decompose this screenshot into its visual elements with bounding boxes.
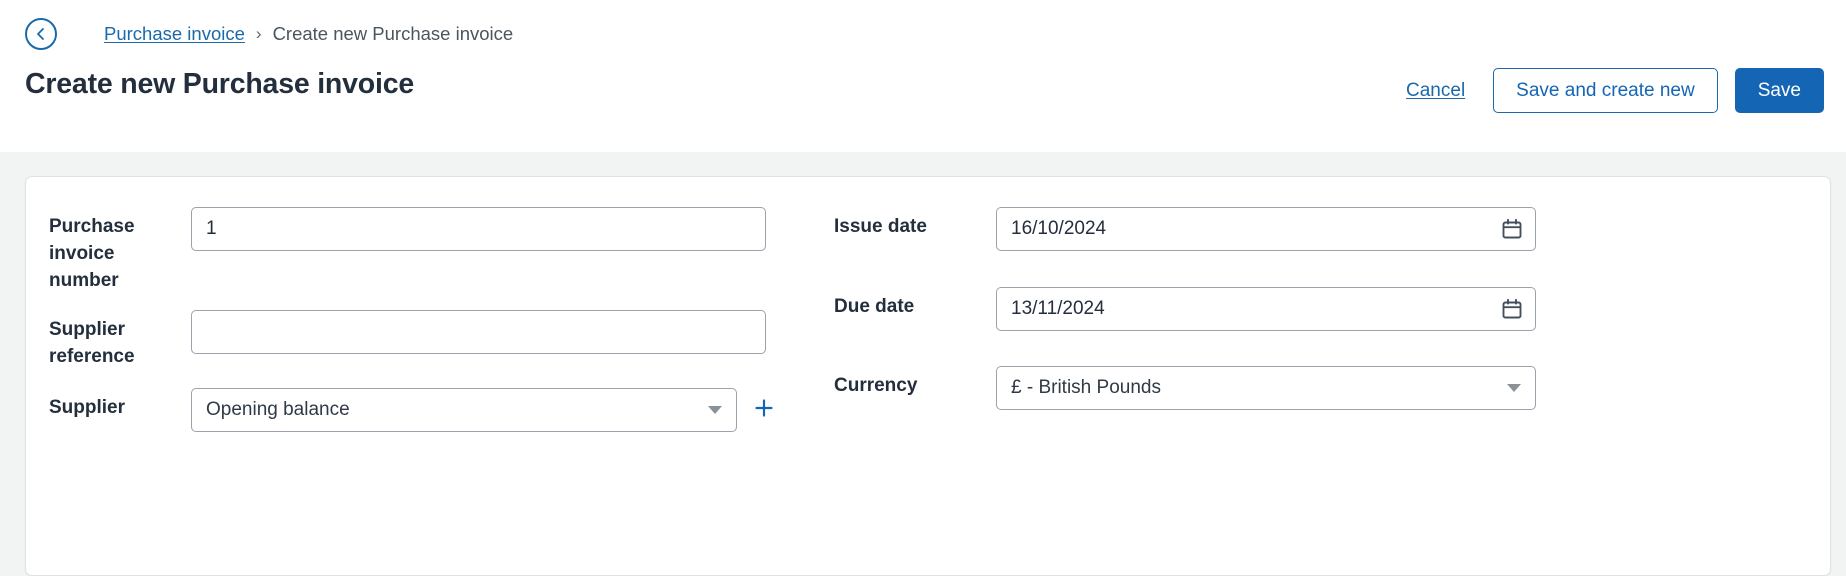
purchase-invoice-number-input[interactable] [191, 207, 766, 251]
due-date-input[interactable] [996, 287, 1536, 331]
supplier-label: Supplier [49, 397, 126, 418]
currency-select[interactable]: £ - British Pounds [996, 366, 1536, 410]
page-header: Purchase invoice › Create new Purchase i… [0, 0, 1846, 152]
header-actions: Cancel Save and create new Save [1402, 68, 1824, 113]
cancel-button[interactable]: Cancel [1402, 80, 1469, 102]
page-title: Create new Purchase invoice [25, 68, 415, 100]
due-date-label: Due date [834, 296, 915, 317]
chevron-down-icon [708, 406, 722, 414]
issue-date-control [996, 207, 1536, 251]
calendar-icon[interactable] [1501, 298, 1523, 320]
form-card: Purchase invoice number Supplier referen… [25, 176, 1831, 576]
supplier-reference-label: Supplier reference [49, 319, 135, 367]
chevron-down-icon [1507, 384, 1521, 392]
supplier-reference-input[interactable] [191, 310, 766, 354]
supplier-control: Opening balance [191, 388, 737, 432]
breadcrumb: Purchase invoice › Create new Purchase i… [25, 17, 513, 51]
save-and-create-new-button[interactable]: Save and create new [1493, 68, 1718, 113]
calendar-icon[interactable] [1501, 218, 1523, 240]
currency-control: £ - British Pounds [996, 366, 1536, 410]
plus-icon [752, 396, 776, 423]
supplier-select[interactable]: Opening balance [191, 388, 737, 432]
breadcrumb-current: Create new Purchase invoice [272, 23, 514, 44]
save-button[interactable]: Save [1734, 68, 1824, 113]
breadcrumb-separator-icon: › [255, 24, 262, 43]
currency-label: Currency [834, 375, 918, 396]
purchase-invoice-number-label: Purchase invoice number [49, 216, 135, 291]
issue-date-input[interactable] [996, 207, 1536, 251]
supplier-reference-control [191, 310, 766, 354]
breadcrumb-parent-link[interactable]: Purchase invoice [104, 23, 245, 45]
purchase-invoice-number-control [191, 207, 766, 251]
add-supplier-button[interactable] [751, 396, 777, 422]
back-button[interactable] [25, 18, 57, 50]
currency-select-value: £ - British Pounds [1011, 377, 1161, 398]
supplier-select-value: Opening balance [206, 399, 350, 420]
issue-date-label: Issue date [834, 216, 927, 237]
chevron-left-circle-icon [33, 26, 49, 42]
due-date-control [996, 287, 1536, 331]
